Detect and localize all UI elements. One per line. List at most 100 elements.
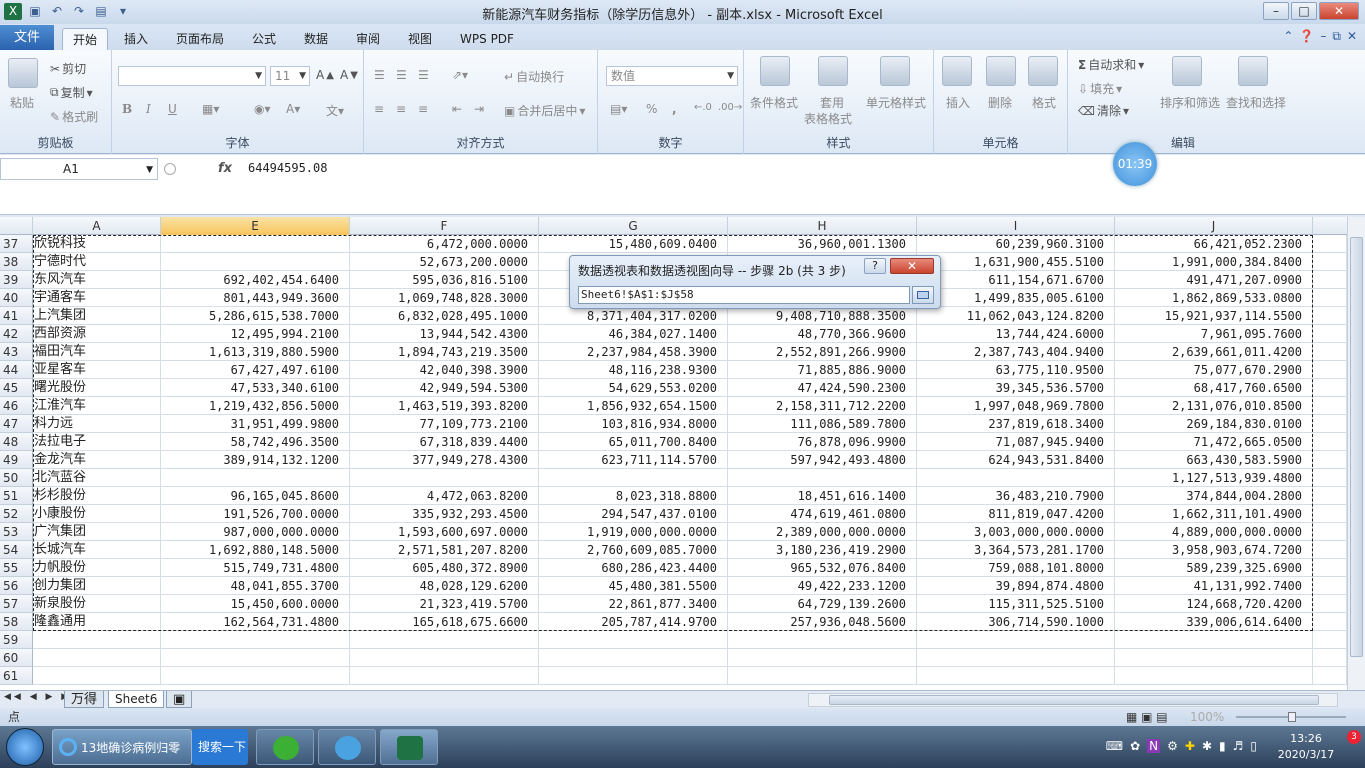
view-mode-icons[interactable]: ▦ ▣ ▤	[1126, 708, 1168, 726]
company-name-cell[interactable]: 东风汽车	[33, 271, 161, 289]
value-cell[interactable]	[1313, 559, 1347, 577]
value-cell[interactable]	[728, 631, 917, 649]
company-name-cell[interactable]	[33, 667, 161, 685]
zoom-slider-handle[interactable]	[1288, 712, 1296, 722]
value-cell[interactable]: 60,239,960.3100	[917, 235, 1115, 253]
value-cell[interactable]: 42,949,594.5300	[350, 379, 539, 397]
value-cell[interactable]: 47,424,590.2300	[728, 379, 917, 397]
insert-function-icon[interactable]: fx	[218, 158, 232, 180]
value-cell[interactable]: 54,629,553.0200	[539, 379, 728, 397]
value-cell[interactable]: 491,471,207.0900	[1115, 271, 1313, 289]
value-cell[interactable]: 2,131,076,010.8500	[1115, 397, 1313, 415]
company-name-cell[interactable]: 金龙汽车	[33, 451, 161, 469]
value-cell[interactable]	[917, 667, 1115, 685]
dialog-close-button[interactable]: ✕	[890, 258, 934, 274]
value-cell[interactable]: 48,116,238.9300	[539, 361, 728, 379]
font-color-icon[interactable]: A▾	[286, 102, 300, 116]
italic-button[interactable]: I	[146, 102, 151, 116]
value-cell[interactable]: 1,463,519,393.8200	[350, 397, 539, 415]
percent-button[interactable]: %	[646, 102, 657, 116]
value-cell[interactable]	[161, 469, 350, 487]
value-cell[interactable]	[1313, 451, 1347, 469]
onenote-icon[interactable]: N	[1147, 739, 1161, 753]
value-cell[interactable]: 76,878,096.9900	[728, 433, 917, 451]
value-cell[interactable]: 611,154,671.6700	[917, 271, 1115, 289]
value-cell[interactable]	[1313, 361, 1347, 379]
value-cell[interactable]: 1,631,900,455.5100	[917, 253, 1115, 271]
conditional-format-button[interactable]: 条件格式	[750, 94, 798, 111]
value-cell[interactable]	[539, 469, 728, 487]
value-cell[interactable]	[1313, 631, 1347, 649]
company-name-cell[interactable]: 上汽集团	[33, 307, 161, 325]
value-cell[interactable]: 801,443,949.3600	[161, 289, 350, 307]
value-cell[interactable]	[350, 469, 539, 487]
sheet-tab-sheet6[interactable]: Sheet6	[108, 691, 165, 708]
value-cell[interactable]: 41,131,992.7400	[1115, 577, 1313, 595]
tab-home[interactable]: 开始	[62, 28, 108, 50]
font-size-combo[interactable]: 11 ▼	[270, 66, 310, 86]
value-cell[interactable]: 48,770,366.9600	[728, 325, 917, 343]
notification-badge[interactable]: 3	[1347, 730, 1361, 744]
insert-cells-icon[interactable]	[942, 56, 972, 86]
company-name-cell[interactable]: 创力集团	[33, 577, 161, 595]
value-cell[interactable]: 1,991,000,384.8400	[1115, 253, 1313, 271]
copy-button[interactable]: ⧉ 复制 ▾	[50, 84, 93, 101]
value-cell[interactable]: 1,894,743,219.3500	[350, 343, 539, 361]
value-cell[interactable]	[161, 235, 350, 253]
value-cell[interactable]: 2,760,609,085.7000	[539, 541, 728, 559]
value-cell[interactable]: 67,427,497.6100	[161, 361, 350, 379]
minimize-button[interactable]: –	[1263, 2, 1289, 20]
tab-wps-pdf[interactable]: WPS PDF	[452, 28, 522, 50]
align-left-icon[interactable]: ≡	[374, 102, 384, 116]
value-cell[interactable]: 663,430,583.5900	[1115, 451, 1313, 469]
row-header[interactable]: 55	[0, 559, 33, 577]
paste-icon[interactable]	[8, 58, 38, 88]
row-header[interactable]: 48	[0, 433, 33, 451]
company-name-cell[interactable]: 新泉股份	[33, 595, 161, 613]
value-cell[interactable]	[350, 649, 539, 667]
value-cell[interactable]: 1,069,748,828.3000	[350, 289, 539, 307]
value-cell[interactable]: 48,028,129.6200	[350, 577, 539, 595]
value-cell[interactable]: 22,861,877.3400	[539, 595, 728, 613]
value-cell[interactable]: 811,819,047.4200	[917, 505, 1115, 523]
value-cell[interactable]	[1313, 541, 1347, 559]
tab-review[interactable]: 审阅	[348, 28, 388, 50]
font-name-combo[interactable]: ▼	[118, 66, 266, 86]
value-cell[interactable]: 2,552,891,266.9900	[728, 343, 917, 361]
value-cell[interactable]	[1313, 595, 1347, 613]
column-header-k[interactable]	[1313, 217, 1347, 235]
row-header[interactable]: 39	[0, 271, 33, 289]
formula-input[interactable]: 64494595.08	[248, 161, 327, 175]
column-header-i[interactable]: I	[917, 217, 1115, 235]
value-cell[interactable]: 294,547,437.0100	[539, 505, 728, 523]
align-right-icon[interactable]: ≡	[418, 102, 428, 116]
value-cell[interactable]	[1313, 613, 1347, 631]
value-cell[interactable]: 11,062,043,124.8200	[917, 307, 1115, 325]
value-cell[interactable]: 2,158,311,712.2200	[728, 397, 917, 415]
conditional-format-icon[interactable]	[760, 56, 790, 86]
value-cell[interactable]: 67,318,839.4400	[350, 433, 539, 451]
value-cell[interactable]: 3,180,236,419.2900	[728, 541, 917, 559]
value-cell[interactable]: 52,673,200.0000	[350, 253, 539, 271]
value-cell[interactable]	[728, 469, 917, 487]
value-cell[interactable]: 6,472,000.0000	[350, 235, 539, 253]
column-header-f[interactable]: F	[350, 217, 539, 235]
value-cell[interactable]: 111,086,589.7800	[728, 415, 917, 433]
volume-icon[interactable]: ♬	[1233, 739, 1244, 753]
autosum-button[interactable]: Σ 自动求和 ▾	[1078, 56, 1144, 73]
value-cell[interactable]: 36,960,001.1300	[728, 235, 917, 253]
value-cell[interactable]: 595,036,816.5100	[350, 271, 539, 289]
value-cell[interactable]: 1,662,311,101.4900	[1115, 505, 1313, 523]
clear-button[interactable]: ⌫ 清除 ▾	[1078, 102, 1129, 119]
align-middle-icon[interactable]: ☰	[396, 68, 407, 82]
close-button[interactable]: ✕	[1319, 2, 1359, 20]
delete-cells-icon[interactable]	[986, 56, 1016, 86]
plus-icon[interactable]: ✚	[1185, 739, 1195, 753]
value-cell[interactable]: 389,914,132.1200	[161, 451, 350, 469]
maximize-button[interactable]: □	[1291, 2, 1317, 20]
value-cell[interactable]: 1,919,000,000.0000	[539, 523, 728, 541]
value-cell[interactable]	[350, 631, 539, 649]
value-cell[interactable]: 1,499,835,005.6100	[917, 289, 1115, 307]
value-cell[interactable]: 9,408,710,888.3500	[728, 307, 917, 325]
company-name-cell[interactable]: 亚星客车	[33, 361, 161, 379]
